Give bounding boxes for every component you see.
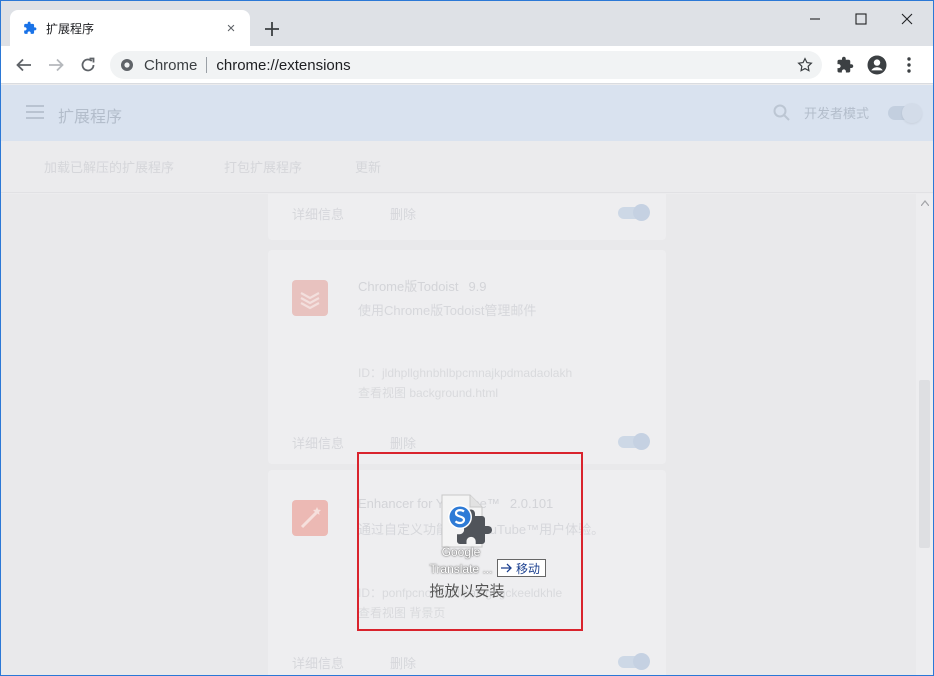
omnibox[interactable]: Chrome chrome://extensions	[110, 51, 822, 79]
dragged-crx-file-icon	[441, 494, 492, 548]
forward-arrow-icon	[49, 58, 64, 72]
details-button[interactable]: 详细信息	[292, 204, 344, 223]
remove-button[interactable]: 删除	[390, 433, 416, 452]
plus-icon	[265, 22, 279, 36]
magic-wand-icon	[292, 500, 328, 536]
developer-toolbar: 加载已解压的扩展程序 打包扩展程序 更新	[0, 141, 934, 193]
todoist-logo-icon	[292, 280, 328, 316]
close-icon	[901, 13, 913, 25]
update-button[interactable]: 更新	[355, 157, 381, 176]
browser-toolbar: Chrome chrome://extensions	[0, 46, 934, 84]
profile-button[interactable]	[866, 54, 888, 76]
extension-id: ID：jldhpllghnbhlbpcmnajkpdmadaolakh	[358, 366, 573, 380]
scroll-up-arrow-icon	[921, 200, 929, 206]
developer-mode-label: 开发者模式	[804, 106, 870, 121]
tab-title: 扩展程序	[46, 21, 95, 36]
extension-enable-toggle[interactable]	[618, 204, 650, 221]
extension-description: 使用Chrome版Todoist管理邮件	[358, 303, 537, 318]
maximize-button[interactable]	[838, 4, 884, 34]
remove-button[interactable]: 删除	[390, 204, 416, 223]
pack-extension-button[interactable]: 打包扩展程序	[224, 157, 302, 176]
tab-strip: 扩展程序 ×	[0, 0, 934, 46]
extension-version: 9.9	[468, 279, 487, 294]
developer-mode-toggle[interactable]	[888, 103, 922, 123]
chrome-logo-icon	[121, 59, 133, 71]
puzzle-icon	[22, 20, 38, 36]
inspect-views-link[interactable]: 查看视图 background.html	[358, 384, 498, 401]
tab-close-button[interactable]: ×	[222, 19, 240, 37]
omnibox-url[interactable]: chrome://extensions	[216, 57, 350, 74]
page-scrollbar[interactable]	[916, 194, 934, 676]
account-icon	[867, 55, 887, 75]
omnibox-separator	[206, 57, 208, 73]
drop-to-install-label: 拖放以安装	[429, 583, 505, 600]
extension-enable-toggle[interactable]	[618, 433, 650, 450]
close-window-button[interactable]	[884, 4, 930, 34]
extension-enable-toggle[interactable]	[618, 653, 650, 670]
dragged-file-name-cont: Translate ...	[429, 562, 493, 576]
kebab-menu-icon	[907, 57, 911, 73]
minimize-button[interactable]	[792, 4, 838, 34]
bookmark-star-icon[interactable]	[796, 56, 814, 74]
reload-button[interactable]	[74, 52, 102, 78]
tab-extensions[interactable]: 扩展程序 ×	[10, 10, 250, 46]
details-button[interactable]: 详细信息	[292, 653, 344, 672]
move-arrow-icon	[501, 563, 512, 573]
extension-name: Chrome版Todoist 9.9	[358, 276, 487, 295]
back-button[interactable]	[10, 52, 38, 78]
details-button[interactable]: 详细信息	[292, 433, 344, 452]
new-tab-button[interactable]	[260, 17, 284, 41]
load-unpacked-button[interactable]: 加载已解压的扩展程序	[44, 157, 174, 176]
search-icon[interactable]	[772, 103, 792, 123]
omnibox-site-label: Chrome	[144, 56, 198, 74]
extensions-button[interactable]	[834, 54, 856, 76]
reload-icon	[81, 57, 95, 72]
maximize-icon	[855, 13, 867, 25]
puzzle-icon	[837, 56, 854, 73]
drag-move-badge: 移动	[497, 559, 547, 577]
forward-button[interactable]	[42, 52, 70, 78]
dragged-file-name: Google	[441, 545, 481, 559]
extension-name-text: Chrome版Todoist	[358, 279, 459, 294]
page-title: 扩展程序	[58, 109, 123, 126]
minimize-icon	[810, 18, 820, 20]
extensions-header: 扩展程序 开发者模式	[0, 85, 934, 141]
remove-button[interactable]: 删除	[390, 653, 416, 672]
back-arrow-icon	[16, 58, 31, 72]
menu-button[interactable]	[898, 54, 920, 76]
hamburger-menu-icon[interactable]	[26, 105, 44, 119]
drag-move-label: 移动	[516, 561, 541, 576]
extension-card: Chrome版Todoist 9.9 使用Chrome版Todoist管理邮件 I…	[268, 250, 666, 464]
scrollbar-thumb[interactable]	[919, 380, 930, 548]
extension-card: 详细信息 删除	[268, 194, 666, 240]
